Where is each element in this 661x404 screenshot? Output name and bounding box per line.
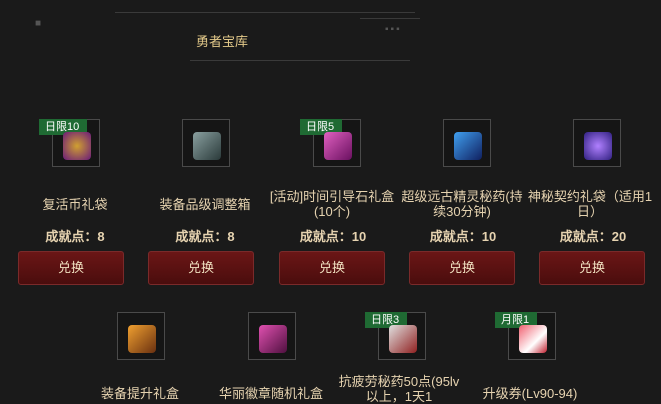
item-icon-box[interactable]: 日限10 (39, 119, 100, 167)
item-icon-box[interactable] (443, 119, 491, 167)
item-name: 升级券(Lv90-94) (482, 386, 578, 401)
item-points: 成就点：8 (45, 229, 105, 244)
item-points: 成就点：20 (559, 229, 627, 244)
exchange-button[interactable]: 兑换 (409, 251, 515, 285)
item-icon-box[interactable]: 日限3 (365, 312, 426, 360)
upgrade-box-icon (128, 325, 156, 353)
frame-dots-left: ■ (35, 18, 44, 29)
item-icon-box[interactable]: 月限1 (495, 312, 556, 360)
item-icon-box[interactable] (117, 312, 165, 360)
item-points: 成就点：10 (299, 229, 367, 244)
exchange-button[interactable]: 兑换 (539, 251, 645, 285)
frame-dots-right: ▪▪▪ (385, 24, 402, 35)
item-name: 超级远古精灵秘药(持续30分钟) (401, 189, 523, 219)
item-name: 神秘契约礼袋（适用1日） (527, 189, 653, 219)
item-icon-box[interactable] (573, 119, 621, 167)
treasury-title: 勇者宝库 (196, 34, 249, 49)
item-points: 成就点：10 (429, 229, 497, 244)
item-name: 装备提升礼盒 (100, 386, 179, 401)
adjust-box-icon (193, 132, 221, 160)
item-icon-box[interactable] (182, 119, 230, 167)
item-name: 装备品级调整箱 (159, 197, 251, 212)
exchange-button[interactable]: 兑换 (148, 251, 254, 285)
exchange-button[interactable]: 兑换 (279, 251, 385, 285)
item-icon-box[interactable]: 日限5 (300, 119, 361, 167)
item-name: [活动]时间引导石礼盒 (10个) (269, 189, 395, 219)
fatigue-potion-icon (389, 325, 417, 353)
top-frame-line-right (360, 18, 420, 19)
exchange-button[interactable]: 兑换 (18, 251, 124, 285)
item-name: 复活币礼袋 (42, 197, 108, 212)
item-icon-box[interactable] (248, 312, 296, 360)
level-ticket-icon (519, 325, 547, 353)
item-name: 华丽徽章随机礼盒 (218, 386, 323, 401)
header-underline (190, 60, 410, 61)
emblem-box-icon (259, 325, 287, 353)
top-frame-line (115, 12, 415, 13)
item-points: 成就点：8 (175, 229, 235, 244)
gift-box-icon (324, 132, 352, 160)
potion-icon (454, 132, 482, 160)
coin-bag-icon (63, 132, 91, 160)
contract-bag-icon (584, 132, 612, 160)
